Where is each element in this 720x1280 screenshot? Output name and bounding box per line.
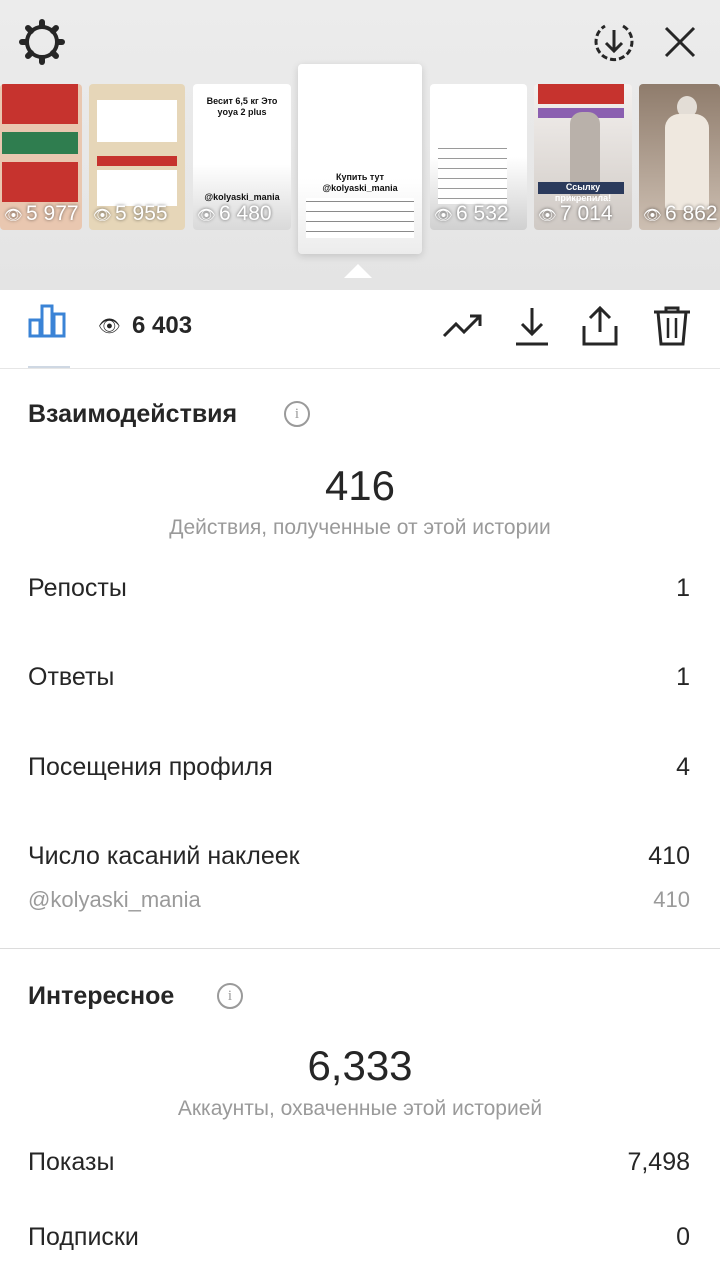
row-profile-visits-value: 4	[676, 753, 690, 781]
eye-icon: 👁	[643, 207, 663, 224]
sticker-handle-value: 410	[653, 887, 690, 912]
section-divider	[0, 948, 720, 949]
story-thumbnail[interactable]: 👁 6 532	[430, 84, 527, 230]
story-views: 👁 7 014	[538, 202, 613, 225]
eye-icon: 👁	[4, 207, 24, 224]
download-icon[interactable]	[510, 304, 554, 348]
info-icon[interactable]: i	[284, 401, 310, 427]
row-replies-label: Ответы	[28, 663, 115, 691]
row-replies-value: 1	[676, 663, 690, 691]
eye-icon: 👁	[538, 207, 558, 224]
story-caption: Купить тут @kolyaski_mania	[322, 172, 398, 193]
story-views: 👁 5 955	[93, 202, 168, 225]
story-strip: 👁 5 977 👁 5 955 Весит 6,5 кг Это yoya 2 pl…	[0, 0, 720, 290]
row-profile-visits-label: Посещения профиля	[28, 753, 273, 781]
story-thumbnail[interactable]: Ссылку прикрепила! 👁 7 014	[534, 84, 632, 230]
interactions-title: Взаимодействия	[28, 400, 238, 428]
story-thumbnail[interactable]: 👁 6 862	[639, 84, 720, 230]
row-sticker-taps-label: Число касаний наклеек	[28, 842, 300, 870]
story-thumbnail[interactable]: 👁 5 977	[0, 84, 82, 230]
story-views: 👁 6 480	[197, 202, 272, 225]
row-reposts-value: 1	[676, 574, 690, 602]
settings-icon[interactable]	[18, 18, 66, 66]
discovery-total: 6,333	[307, 1042, 413, 1089]
row-follows-label: Подписки	[28, 1223, 139, 1251]
discovery-subtitle: Аккаунты, охваченные этой историей	[177, 1097, 543, 1120]
trash-icon[interactable]	[650, 304, 694, 348]
total-views: 6 403	[132, 312, 193, 339]
download-circle-icon[interactable]	[590, 18, 638, 66]
insights-bars-icon[interactable]	[28, 304, 70, 338]
story-thumbnail[interactable]: 👁 5 955	[89, 84, 185, 230]
eye-icon: 👁	[434, 207, 454, 224]
story-thumbnail[interactable]: Весит 6,5 кг Это yoya 2 plus @kolyaski_m…	[193, 84, 291, 230]
interactions-total: 416	[324, 462, 396, 509]
sticker-handle-label[interactable]: @kolyaski_mania	[28, 887, 201, 913]
row-impressions-value: 7,498	[627, 1148, 690, 1176]
eye-icon: 👁	[98, 316, 121, 336]
story-views: 👁 6 532	[434, 202, 509, 225]
story-caption: Весит 6,5 кг Это yoya 2 plus	[206, 96, 278, 117]
story-caption: Ссылку прикрепила!	[554, 182, 612, 203]
row-sticker-taps-value: 410	[648, 842, 690, 870]
row-reposts-label: Репосты	[28, 574, 127, 602]
eye-icon: 👁	[197, 207, 217, 224]
close-icon[interactable]	[656, 18, 704, 66]
eye-icon: 👁	[93, 207, 113, 224]
row-follows-value: 0	[676, 1223, 690, 1251]
discovery-title: Интересное	[28, 982, 175, 1010]
tab-indicator	[28, 366, 70, 368]
story-thumbnail-selected[interactable]: Купить тут @kolyaski_mania	[298, 64, 422, 254]
interactions-subtitle: Действия, полученные от этой истории	[169, 516, 551, 539]
share-icon[interactable]	[578, 304, 622, 348]
trend-icon[interactable]	[440, 304, 484, 348]
insights-toolbar: 👁 6 403	[0, 290, 720, 369]
story-views: 👁 5 977	[4, 202, 79, 225]
story-views: 👁 6 862	[643, 202, 718, 225]
info-icon[interactable]: i	[217, 983, 243, 1009]
row-impressions-label: Показы	[28, 1148, 115, 1176]
selected-story-pointer	[344, 264, 372, 278]
